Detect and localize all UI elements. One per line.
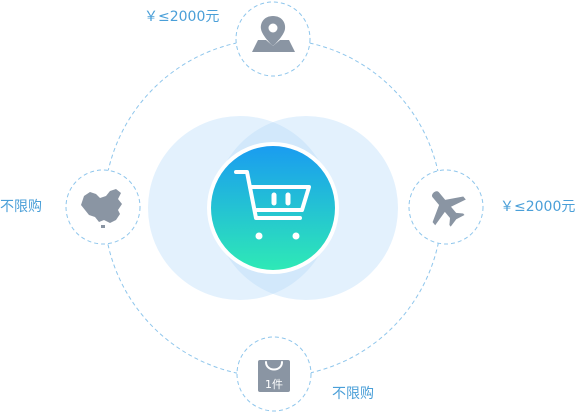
shopping-bag-icon: 1件 [258,360,290,392]
node-left [65,169,141,245]
node-top [235,1,311,77]
node-left-label: 不限购 [0,199,42,215]
purchase-limits-diagram: 1件 [65,1,484,412]
node-top-label: ￥≤2000元 [144,9,220,25]
node-bottom: 1件 [236,336,312,412]
node-right-label: ￥≤2000元 [500,199,576,215]
node-bottom-label: 不限购 [332,386,374,402]
bag-quantity-text: 1件 [265,378,283,391]
node-right [408,169,484,245]
